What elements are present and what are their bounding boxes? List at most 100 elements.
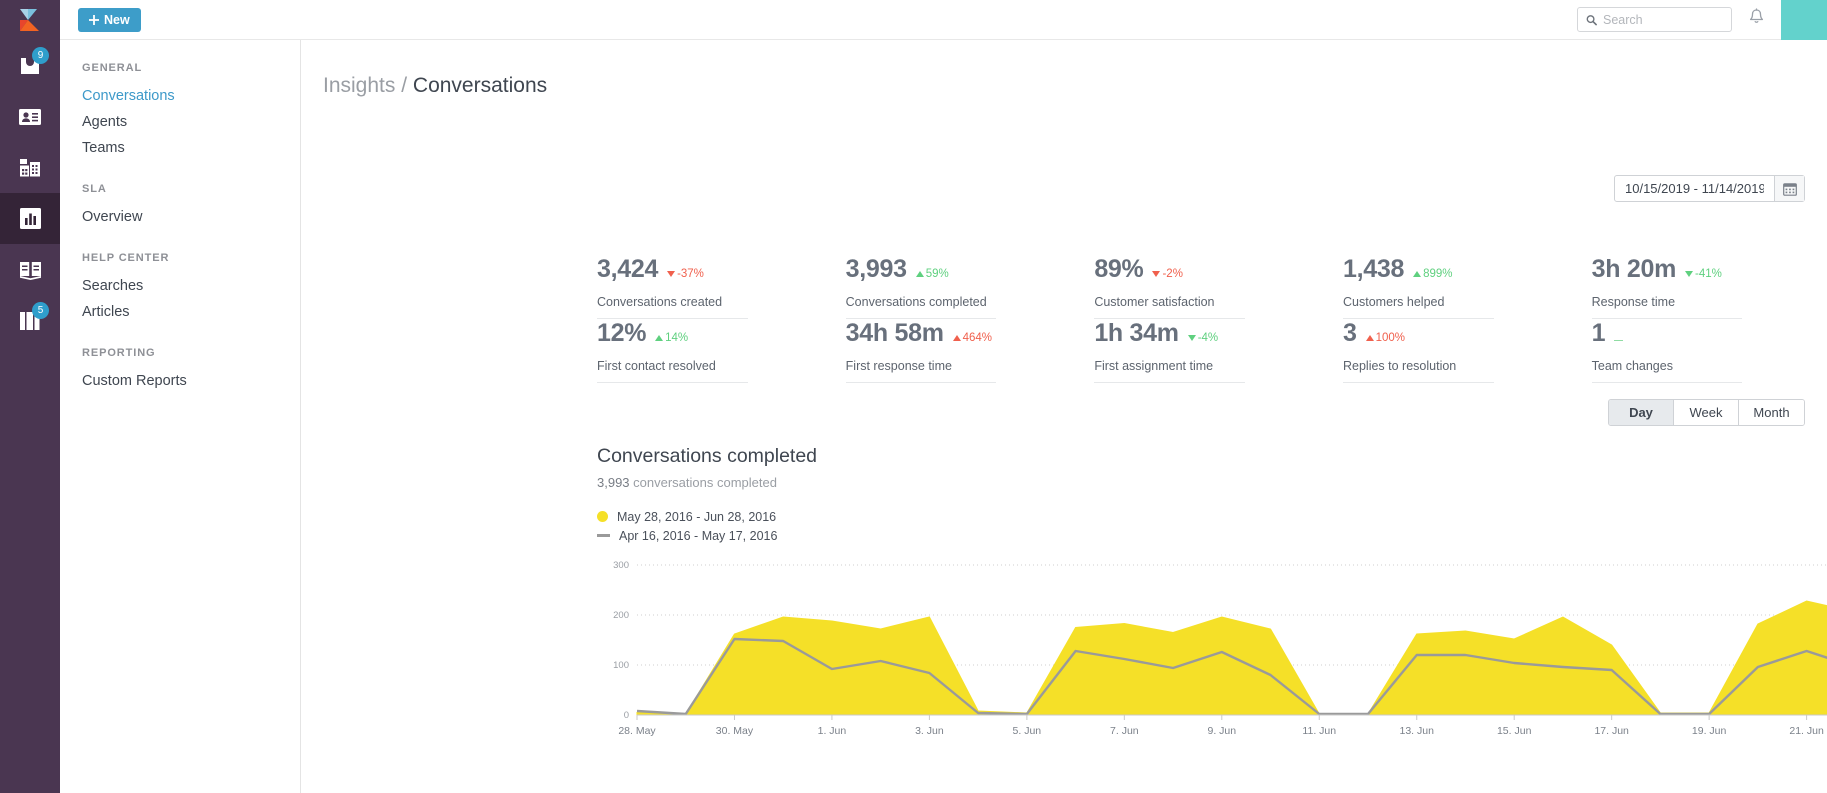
x-axis-tick: 1. Jun (818, 725, 847, 737)
arrow-up-icon (952, 335, 961, 341)
bar-chart-icon (19, 208, 41, 229)
avatar[interactable] (1781, 0, 1827, 40)
metric-value: 1 (1591, 319, 1606, 347)
metric-value: 1h 34m (1094, 319, 1179, 347)
metric-card: 3,993 59% Conversations completed (845, 255, 1095, 319)
chart-title: Conversations completed (597, 445, 818, 467)
rail-item-knowledge-base[interactable] (0, 244, 60, 295)
rail-badge-inbox: 9 (32, 47, 49, 64)
rail-item-inbox[interactable]: 9 (0, 40, 60, 91)
legend-label-previous: Apr 16, 2016 - May 17, 2016 (619, 528, 778, 543)
x-axis-tick: 3. Jun (915, 725, 944, 737)
metric-delta: -37% (667, 268, 704, 280)
sidebar-item-custom-reports[interactable]: Custom Reports (82, 368, 300, 394)
arrow-up-icon (1365, 335, 1374, 341)
main-content: Insights / Conversations 10/15/2019 - 11… (301, 0, 1827, 793)
metric-label: Conversations created (597, 295, 748, 319)
page-title: Conversations (412, 74, 548, 97)
period-button-week[interactable]: Week (1674, 400, 1739, 425)
calendar-icon (1782, 182, 1797, 196)
metric-delta-label: 899% (1423, 268, 1453, 280)
legend-line-icon (597, 534, 610, 537)
metric-value: 34h 58m (845, 319, 944, 347)
bell-icon (1749, 8, 1764, 23)
arrow-down-icon (1685, 271, 1694, 277)
new-button[interactable]: New (78, 7, 141, 32)
period-button-month[interactable]: Month (1739, 400, 1804, 425)
chart-card: Conversations completed 3,993 conversati… (597, 445, 1827, 749)
chart-subtitle: 3,993 conversations completed (597, 475, 1827, 490)
x-axis-tick: 7. Jun (1110, 725, 1139, 737)
metric-label: Customer satisfaction (1094, 295, 1245, 319)
metric-label: Response time (1591, 295, 1743, 319)
metric-card: 34h 58m 464% First response time (845, 319, 1095, 383)
metric-value: 3,993 (845, 255, 907, 283)
sidebar-section-reporting: REPORTING (82, 347, 156, 359)
period-button-day[interactable]: Day (1609, 400, 1674, 425)
metric-delta: 464% (952, 332, 992, 344)
x-axis-tick: 30. May (716, 725, 754, 737)
breadcrumb-parent[interactable]: Insights (323, 74, 395, 97)
metric-card: 1 Team changes (1591, 319, 1827, 383)
metric-delta-label: -37% (677, 268, 704, 280)
legend-dot-icon (597, 511, 608, 522)
date-range-input[interactable] (1615, 176, 1774, 201)
x-axis-tick: 28. May (618, 725, 656, 737)
x-axis-tick: 13. Jun (1400, 725, 1435, 737)
y-axis-tick: 300 (613, 560, 629, 571)
sidebar-item-agents[interactable]: Agents (82, 109, 300, 135)
search-box[interactable] (1577, 7, 1732, 32)
sidebar-item-searches[interactable]: Searches (82, 273, 300, 299)
metric-card: 1h 34m -4% First assignment time (1094, 319, 1343, 383)
metric-delta: 59% (915, 268, 949, 280)
rail-item-insights[interactable] (0, 193, 60, 244)
metric-label: Replies to resolution (1343, 359, 1494, 383)
calendar-button[interactable] (1774, 176, 1804, 201)
search-input[interactable] (1603, 12, 1723, 27)
icon-rail: 9 5 (0, 0, 60, 793)
contact-card-icon (19, 108, 41, 125)
top-bar: New (60, 0, 1827, 40)
sidebar-section-help-center: HELP CENTER (82, 252, 170, 264)
metric-delta: 100% (1365, 332, 1405, 344)
sidebar-item-articles[interactable]: Articles (82, 299, 300, 325)
sidebar-item-overview[interactable]: Overview (82, 204, 300, 230)
plus-icon (89, 14, 99, 25)
arrow-up-icon (915, 271, 924, 277)
x-axis-tick: 19. Jun (1692, 725, 1727, 737)
x-axis-tick: 11. Jun (1302, 725, 1336, 737)
x-axis-tick: 15. Jun (1497, 725, 1532, 737)
metric-delta-label: -2% (1162, 268, 1183, 280)
metric-delta: 14% (655, 332, 688, 344)
metric-label: Team changes (1591, 359, 1743, 383)
sidebar-section-general: GENERAL (82, 62, 143, 74)
conversations-completed-chart[interactable]: 0 100 200 300 28. May 30. May 1. Jun 3. Jun 5. J… (597, 557, 1827, 749)
rail-item-contacts[interactable] (0, 91, 60, 142)
date-range-picker[interactable] (1614, 175, 1805, 202)
legend-item-previous[interactable]: Apr 16, 2016 - May 17, 2016 (597, 528, 1827, 543)
new-button-label: New (104, 12, 130, 27)
organizations-icon (20, 158, 40, 176)
metric-label: First response time (845, 359, 997, 383)
metric-card: 89% -2% Customer satisfaction (1094, 255, 1343, 319)
rail-item-organizations[interactable] (0, 142, 60, 193)
sidebar-item-teams[interactable]: Teams (82, 135, 300, 161)
arrow-up-icon (1413, 271, 1422, 277)
sidebar-item-conversations[interactable]: Conversations (82, 83, 300, 109)
metric-label: Customers helped (1343, 295, 1494, 319)
metric-value: 3h 20m (1591, 255, 1677, 283)
legend-item-current[interactable]: May 28, 2016 - Jun 28, 2016 (597, 509, 1827, 524)
metric-label: Conversations completed (845, 295, 997, 319)
metric-label: First assignment time (1094, 359, 1245, 383)
metric-delta: -2% (1152, 268, 1183, 280)
metric-delta: -41% (1685, 268, 1722, 280)
metric-value: 3,424 (597, 255, 659, 283)
y-axis-tick: 200 (613, 610, 629, 621)
notifications-button[interactable] (1748, 8, 1765, 31)
kayako-logo-icon (20, 9, 39, 31)
app-logo[interactable] (0, 0, 60, 40)
rail-item-library[interactable]: 5 (0, 295, 60, 346)
search-icon (1586, 14, 1597, 25)
metric-delta-label: -41% (1695, 268, 1722, 280)
y-axis-tick: 0 (624, 710, 629, 721)
